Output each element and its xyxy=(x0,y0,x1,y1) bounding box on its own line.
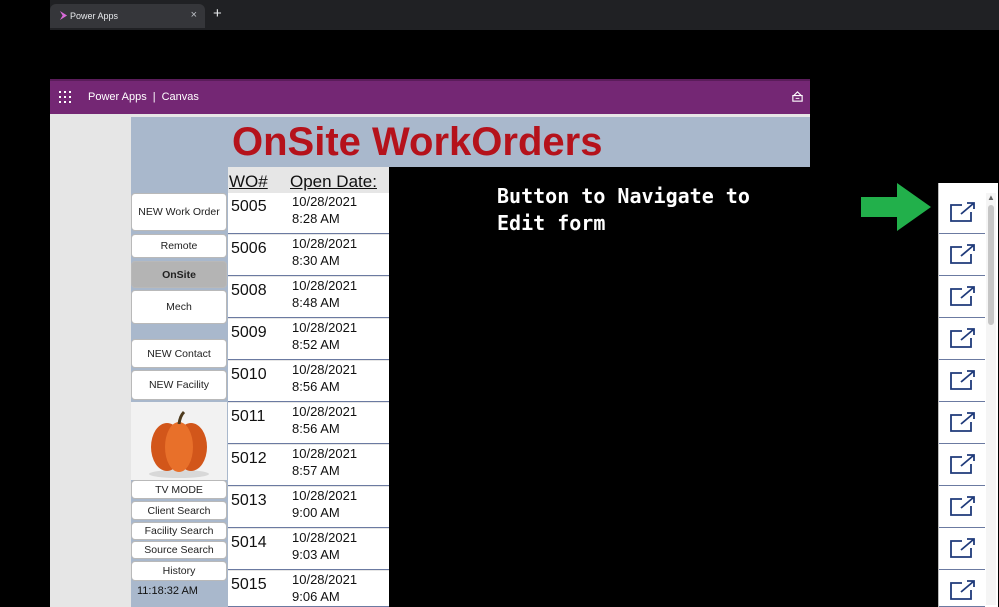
edit-button[interactable] xyxy=(939,235,985,276)
table-row[interactable]: 5015 10/28/2021 9:06 AM xyxy=(228,571,389,607)
pumpkin-icon xyxy=(131,402,227,480)
close-tab-icon[interactable]: × xyxy=(191,9,197,21)
open-external-icon xyxy=(950,496,975,516)
app-name: Power Apps xyxy=(88,91,147,103)
annotation-line-1: Button to Navigate to xyxy=(497,184,750,208)
table-row[interactable]: 5011 10/28/2021 8:56 AM xyxy=(228,403,389,444)
open-date: 10/28/2021 xyxy=(292,404,358,419)
open-date: 10/28/2021 xyxy=(292,488,358,503)
edit-button[interactable] xyxy=(939,529,985,570)
title-separator: | xyxy=(152,91,156,103)
wo-number: 5010 xyxy=(231,366,267,383)
page-title: OnSite WorkOrders xyxy=(232,120,603,164)
open-external-icon xyxy=(950,580,975,600)
open-date: 10/28/2021 xyxy=(292,320,358,335)
open-date: 10/28/2021 xyxy=(292,572,358,587)
window-left-edge xyxy=(0,0,50,607)
wo-number: 5008 xyxy=(231,282,267,299)
open-time: 8:52 AM xyxy=(292,337,340,352)
new-tab-button[interactable]: + xyxy=(213,5,222,22)
wo-number: 5015 xyxy=(231,576,267,593)
app-header: Power Apps | Canvas xyxy=(50,79,810,114)
edit-button[interactable] xyxy=(939,319,985,360)
browser-tab-title: Power Apps xyxy=(70,11,119,21)
open-external-icon xyxy=(950,328,975,348)
open-date: 10/28/2021 xyxy=(292,194,358,209)
open-external-icon xyxy=(950,454,975,474)
open-time: 9:03 AM xyxy=(292,547,340,562)
wo-number: 5014 xyxy=(231,534,267,551)
new-facility-button[interactable]: NEW Facility xyxy=(131,370,227,400)
edit-button[interactable] xyxy=(939,403,985,444)
open-date-column-header: Open Date: xyxy=(290,172,377,191)
table-row[interactable]: 5005 10/28/2021 8:28 AM xyxy=(228,193,389,234)
wo-number: 5006 xyxy=(231,240,267,257)
clock-label: 11:18:32 AM xyxy=(137,585,198,597)
app-title: Power Apps | Canvas xyxy=(88,91,199,103)
mech-button[interactable]: Mech xyxy=(131,290,227,324)
open-time: 8:28 AM xyxy=(292,211,340,226)
environment-icon[interactable] xyxy=(791,90,804,103)
open-external-icon xyxy=(950,370,975,390)
open-time: 8:48 AM xyxy=(292,295,340,310)
open-external-icon xyxy=(950,286,975,306)
open-external-icon xyxy=(950,202,975,222)
wo-column-header: WO# xyxy=(229,172,268,191)
browser-tab[interactable]: Power Apps × xyxy=(50,4,205,28)
open-date: 10/28/2021 xyxy=(292,530,358,545)
open-time: 8:30 AM xyxy=(292,253,340,268)
table-row[interactable]: 5014 10/28/2021 9:03 AM xyxy=(228,529,389,570)
wo-number: 5009 xyxy=(231,324,267,341)
table-row[interactable]: 5010 10/28/2021 8:56 AM xyxy=(228,361,389,402)
open-external-icon xyxy=(950,412,975,432)
edit-button[interactable] xyxy=(939,193,985,234)
table-row[interactable]: 5013 10/28/2021 9:00 AM xyxy=(228,487,389,528)
green-right-arrow-icon xyxy=(861,183,931,231)
open-time: 8:56 AM xyxy=(292,379,340,394)
open-time: 9:06 AM xyxy=(292,589,340,604)
edit-button[interactable] xyxy=(939,445,985,486)
gallery-scrollbar[interactable]: ▲ xyxy=(986,193,996,605)
app-mode: Canvas xyxy=(161,91,199,103)
edit-button[interactable] xyxy=(939,361,985,402)
facility-search-button[interactable]: Facility Search xyxy=(131,522,227,540)
open-time: 8:57 AM xyxy=(292,463,340,478)
open-time: 9:00 AM xyxy=(292,505,340,520)
table-row[interactable]: 5008 10/28/2021 8:48 AM xyxy=(228,277,389,318)
history-button[interactable]: History xyxy=(131,561,227,581)
new-work-order-button[interactable]: NEW Work Order xyxy=(131,193,227,231)
edit-button[interactable] xyxy=(939,487,985,528)
source-search-button[interactable]: Source Search xyxy=(131,541,227,559)
wo-number: 5011 xyxy=(231,408,266,425)
table-row[interactable]: 5009 10/28/2021 8:52 AM xyxy=(228,319,389,360)
edit-button[interactable] xyxy=(939,277,985,318)
open-time: 8:56 AM xyxy=(292,421,340,436)
edit-button[interactable] xyxy=(939,571,985,607)
wo-number: 5012 xyxy=(231,450,267,467)
power-apps-logo-icon xyxy=(59,11,68,20)
app-launcher-icon[interactable] xyxy=(59,91,71,103)
open-date: 10/28/2021 xyxy=(292,446,358,461)
scroll-up-icon[interactable]: ▲ xyxy=(987,193,995,202)
open-external-icon xyxy=(950,538,975,558)
open-date: 10/28/2021 xyxy=(292,362,358,377)
table-row[interactable]: 5012 10/28/2021 8:57 AM xyxy=(228,445,389,486)
annotation-text: Button to Navigate to Edit form xyxy=(497,183,750,237)
open-date: 10/28/2021 xyxy=(292,278,358,293)
client-search-button[interactable]: Client Search xyxy=(131,501,227,520)
wo-number: 5013 xyxy=(231,492,267,509)
tv-mode-button[interactable]: TV MODE xyxy=(131,480,227,499)
scrollbar-thumb[interactable] xyxy=(988,205,994,325)
onsite-button[interactable]: OnSite xyxy=(131,261,227,288)
new-contact-button[interactable]: NEW Contact xyxy=(131,339,227,368)
wo-number: 5005 xyxy=(231,198,267,215)
table-row[interactable]: 5006 10/28/2021 8:30 AM xyxy=(228,235,389,276)
open-external-icon xyxy=(950,244,975,264)
annotation-line-2: Edit form xyxy=(497,211,606,235)
pumpkin-image xyxy=(131,402,227,480)
remote-button[interactable]: Remote xyxy=(131,234,227,258)
open-date: 10/28/2021 xyxy=(292,236,358,251)
